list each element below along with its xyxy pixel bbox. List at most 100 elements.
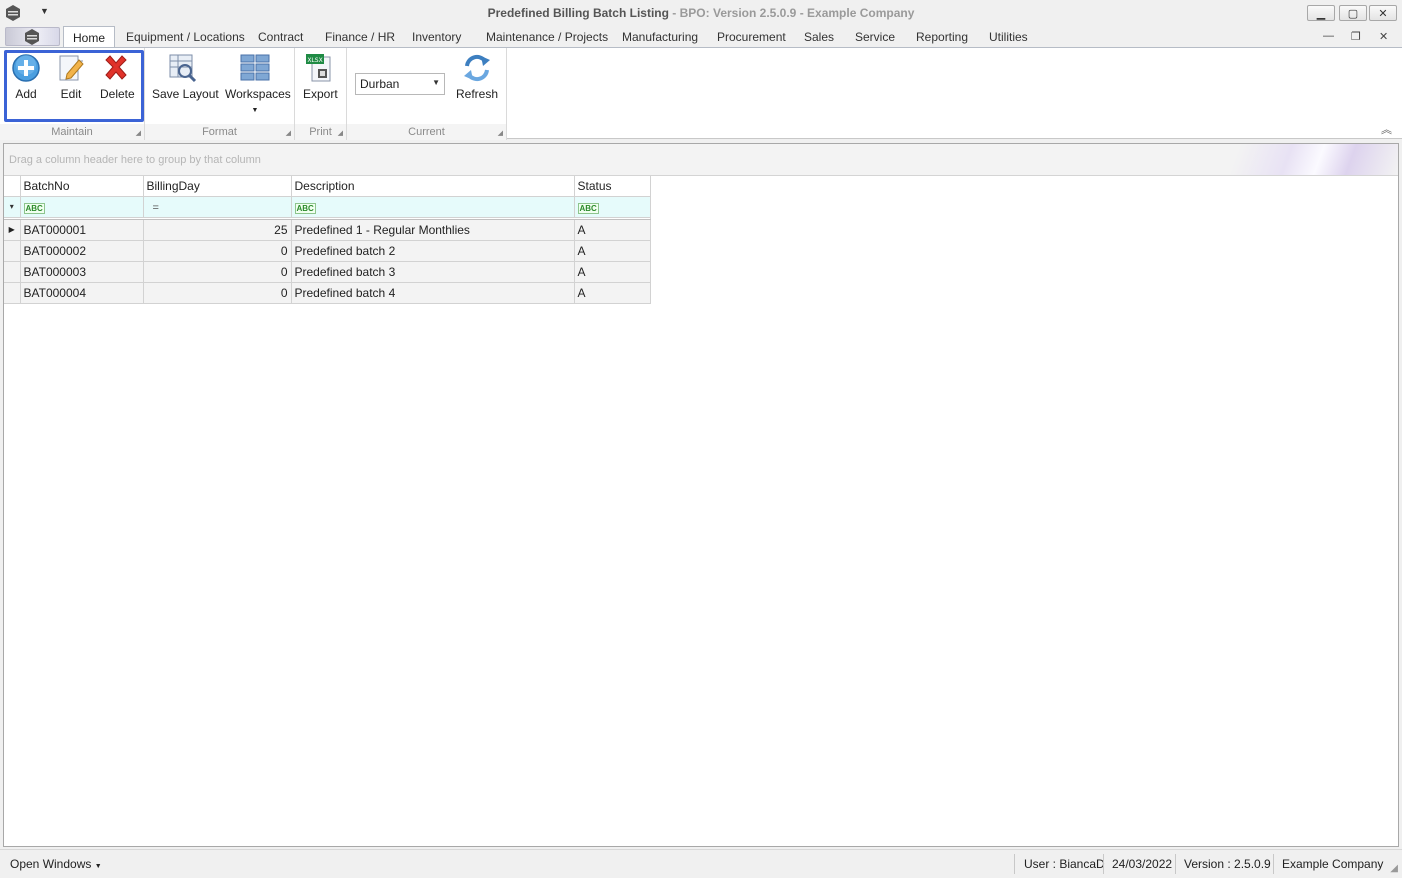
- cell-description[interactable]: Predefined batch 3: [291, 261, 575, 283]
- filter-cell-status[interactable]: ABC: [574, 196, 651, 218]
- batch-grid: Drag a column header here to group by th…: [3, 143, 1399, 847]
- cell-description[interactable]: Predefined batch 4: [291, 282, 575, 304]
- current-group-label: Current: [408, 126, 445, 138]
- add-icon: [12, 54, 40, 82]
- tab-utilities[interactable]: Utilities: [989, 30, 1028, 44]
- cell-status[interactable]: A: [574, 240, 651, 262]
- delete-label: Delete: [100, 87, 135, 101]
- title-bar: ▼ Predefined Billing Batch Listing - BPO…: [0, 0, 1402, 26]
- status-version: Version : 2.5.0.9: [1184, 857, 1271, 871]
- cell-description[interactable]: Predefined 1 - Regular Monthlies: [291, 219, 575, 241]
- cell-billingday[interactable]: 25: [143, 219, 292, 241]
- edit-button[interactable]: Edit: [55, 52, 87, 101]
- tab-inventory[interactable]: Inventory: [412, 30, 461, 44]
- status-user: User : BiancaD: [1024, 857, 1105, 871]
- window-title-sub: BPO: Version 2.5.0.9 - Example Company: [679, 6, 915, 20]
- table-row[interactable]: BAT000002 0 Predefined batch 2 A: [4, 240, 651, 262]
- equals-filter-icon: =: [152, 201, 159, 214]
- group-launcher-icon[interactable]: ◢: [498, 129, 503, 137]
- group-launcher-icon[interactable]: ◢: [136, 129, 141, 137]
- workspaces-label: Workspaces: [225, 87, 291, 101]
- table-row[interactable]: BAT000004 0 Predefined batch 4 A: [4, 282, 651, 304]
- tab-maintenance-projects[interactable]: Maintenance / Projects: [486, 30, 608, 44]
- tab-contract[interactable]: Contract: [258, 30, 303, 44]
- ribbon-group-maintain: Add Edit Delete Maintain ◢: [0, 48, 145, 140]
- refresh-button[interactable]: Refresh: [456, 52, 498, 101]
- delete-button[interactable]: Delete: [100, 52, 135, 101]
- ribbon: Add Edit Delete Maintain ◢ Save Layout W…: [0, 47, 1402, 140]
- mdi-close-icon[interactable]: ✕: [1379, 30, 1388, 43]
- cell-billingday[interactable]: 0: [143, 282, 292, 304]
- file-menu-button[interactable]: [5, 27, 60, 46]
- add-label: Add: [15, 87, 37, 101]
- ribbon-tab-row: Home Equipment / Locations Contract Fina…: [0, 26, 1402, 48]
- table-row[interactable]: BAT000003 0 Predefined batch 3 A: [4, 261, 651, 283]
- filter-cell-description[interactable]: ABC: [291, 196, 575, 218]
- save-layout-button[interactable]: Save Layout: [152, 52, 219, 101]
- cell-description[interactable]: Predefined batch 2: [291, 240, 575, 262]
- cell-batchno[interactable]: BAT000003: [20, 261, 144, 283]
- auto-filter-row: ▾ ABC = ABC ABC: [4, 196, 651, 218]
- svg-text:XLSX: XLSX: [307, 57, 322, 64]
- open-windows-button[interactable]: Open Windows ▼: [10, 857, 102, 871]
- column-header-batchno[interactable]: BatchNo: [20, 176, 144, 197]
- cell-batchno[interactable]: BAT000004: [20, 282, 144, 304]
- workspaces-icon: [240, 54, 270, 81]
- row-indicator: [4, 282, 21, 304]
- app-logo-icon: [25, 29, 39, 45]
- cell-batchno[interactable]: BAT000002: [20, 240, 144, 262]
- status-bar: Open Windows ▼ User : BiancaD 24/03/2022…: [0, 849, 1402, 878]
- cell-status[interactable]: A: [574, 282, 651, 304]
- edit-label: Edit: [60, 87, 82, 101]
- resize-grip-icon[interactable]: ◢: [1390, 863, 1398, 874]
- tab-sales[interactable]: Sales: [804, 30, 834, 44]
- window-title-main: Predefined Billing Batch Listing: [487, 6, 669, 20]
- tab-finance-hr[interactable]: Finance / HR: [325, 30, 395, 44]
- column-header-description[interactable]: Description: [291, 176, 575, 197]
- minimize-button[interactable]: ▁: [1307, 5, 1335, 21]
- location-select-value: Durban: [360, 77, 400, 91]
- tab-reporting[interactable]: Reporting: [916, 30, 968, 44]
- status-date: 24/03/2022: [1112, 857, 1173, 871]
- decorative-swoosh: [1198, 144, 1398, 175]
- grid-table: BatchNo BillingDay Description Status ▾ …: [4, 176, 651, 304]
- edit-icon: [59, 55, 84, 81]
- cell-batchno[interactable]: BAT000001: [20, 219, 144, 241]
- workspaces-button[interactable]: Workspaces ▼: [225, 52, 291, 115]
- collapse-ribbon-icon[interactable]: ︽: [1381, 121, 1392, 137]
- save-layout-icon: [169, 54, 197, 83]
- refresh-label: Refresh: [456, 87, 499, 101]
- mdi-restore-icon[interactable]: ❐: [1351, 30, 1361, 43]
- abc-filter-icon: ABC: [577, 202, 599, 214]
- group-by-panel[interactable]: Drag a column header here to group by th…: [4, 144, 1398, 176]
- export-button[interactable]: XLSX Export: [303, 52, 338, 101]
- column-header-billingday[interactable]: BillingDay: [143, 176, 292, 197]
- tab-procurement[interactable]: Procurement: [717, 30, 786, 44]
- maximize-button[interactable]: ▢: [1339, 5, 1367, 21]
- chevron-down-icon: ▼: [432, 78, 440, 87]
- cell-billingday[interactable]: 0: [143, 261, 292, 283]
- filter-cell-billingday[interactable]: =: [143, 196, 292, 218]
- add-button[interactable]: Add: [10, 52, 42, 101]
- tab-service[interactable]: Service: [855, 30, 895, 44]
- group-by-hint: Drag a column header here to group by th…: [9, 154, 261, 166]
- delete-icon: [105, 55, 127, 80]
- cell-billingday[interactable]: 0: [143, 240, 292, 262]
- row-indicator-header: [4, 176, 21, 197]
- maintain-group-label: Maintain: [51, 126, 93, 138]
- cell-status[interactable]: A: [574, 261, 651, 283]
- group-launcher-icon[interactable]: ◢: [286, 129, 291, 137]
- mdi-minimize-icon[interactable]: —: [1323, 30, 1334, 42]
- abc-filter-icon: ABC: [294, 202, 316, 214]
- tab-home[interactable]: Home: [63, 26, 116, 48]
- tab-equipment-locations[interactable]: Equipment / Locations: [126, 30, 245, 44]
- tab-manufacturing[interactable]: Manufacturing: [622, 30, 698, 44]
- location-select[interactable]: Durban ▼: [355, 73, 445, 95]
- close-button[interactable]: ✕: [1369, 5, 1397, 21]
- status-company: Example Company: [1282, 857, 1384, 871]
- cell-status[interactable]: A: [574, 219, 651, 241]
- filter-cell-batchno[interactable]: ABC: [20, 196, 144, 218]
- group-launcher-icon[interactable]: ◢: [338, 129, 343, 137]
- table-row[interactable]: ▶ BAT000001 25 Predefined 1 - Regular Mo…: [4, 219, 651, 241]
- column-header-status[interactable]: Status: [574, 176, 651, 197]
